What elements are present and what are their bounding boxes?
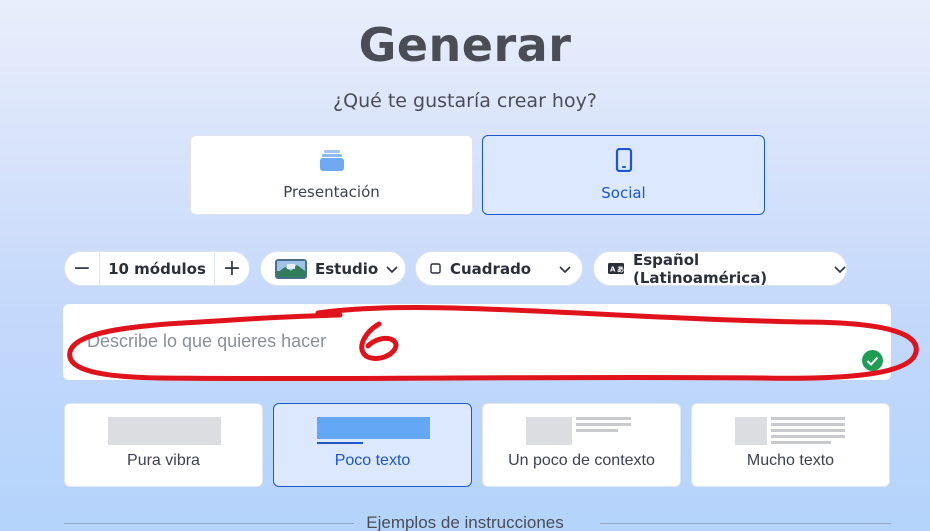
text-amount-label: Un poco de contexto bbox=[508, 452, 655, 469]
text-amount-label: Mucho texto bbox=[746, 452, 835, 469]
layout-preview-icon bbox=[317, 417, 430, 449]
check-circle-icon bbox=[862, 350, 883, 371]
chevron-down-icon bbox=[834, 260, 846, 278]
mode-label: Presentación bbox=[283, 183, 380, 201]
increment-button[interactable]: + bbox=[215, 252, 249, 285]
square-icon bbox=[430, 263, 441, 274]
layout-preview-icon bbox=[735, 417, 848, 449]
module-stepper: − 10 módulos + bbox=[64, 251, 250, 286]
text-amount-label: Pura vibra bbox=[127, 452, 200, 469]
decrement-button[interactable]: − bbox=[65, 252, 99, 285]
theme-dropdown[interactable]: Estudio bbox=[260, 251, 406, 286]
theme-label: Estudio bbox=[315, 259, 379, 278]
chevron-down-icon bbox=[559, 260, 571, 278]
page-title: Generar bbox=[358, 18, 572, 72]
prompt-placeholder: Describe lo que quieres hacer bbox=[87, 331, 327, 351]
layout-preview-icon bbox=[108, 417, 221, 449]
svg-text:A: A bbox=[610, 266, 616, 274]
phone-icon bbox=[615, 147, 633, 176]
chevron-down-icon bbox=[386, 260, 398, 278]
text-amount-label: Poco texto bbox=[334, 452, 411, 469]
text-amount-pura-vibra[interactable]: Pura vibra bbox=[64, 403, 263, 487]
mode-label: Social bbox=[601, 184, 646, 202]
prompt-input[interactable]: Describe lo que quieres hacer bbox=[63, 304, 891, 380]
mode-card-social[interactable]: Social bbox=[482, 135, 765, 215]
text-amount-mucho-texto[interactable]: Mucho texto bbox=[691, 403, 890, 487]
module-count: 10 módulos bbox=[99, 252, 215, 285]
text-amount-poco-texto[interactable]: Poco texto bbox=[273, 403, 472, 487]
stack-icon bbox=[319, 149, 344, 175]
language-label: Español (Latinoamérica) bbox=[633, 250, 768, 287]
language-dropdown[interactable]: A あ Español (Latinoamérica) bbox=[593, 250, 847, 287]
mode-card-presentation[interactable]: Presentación bbox=[190, 135, 473, 215]
translate-icon: A あ bbox=[608, 263, 624, 274]
svg-text:あ: あ bbox=[617, 265, 624, 274]
examples-heading: Ejemplos de instrucciones bbox=[366, 513, 564, 531]
format-dropdown[interactable]: Cuadrado bbox=[415, 251, 583, 286]
text-amount-un-poco-de-contexto[interactable]: Un poco de contexto bbox=[482, 403, 681, 487]
layout-preview-icon bbox=[526, 417, 639, 449]
theme-thumbnail-icon bbox=[275, 258, 307, 279]
format-label: Cuadrado bbox=[450, 259, 532, 278]
page-subtitle: ¿Qué te gustaría crear hoy? bbox=[333, 90, 597, 112]
